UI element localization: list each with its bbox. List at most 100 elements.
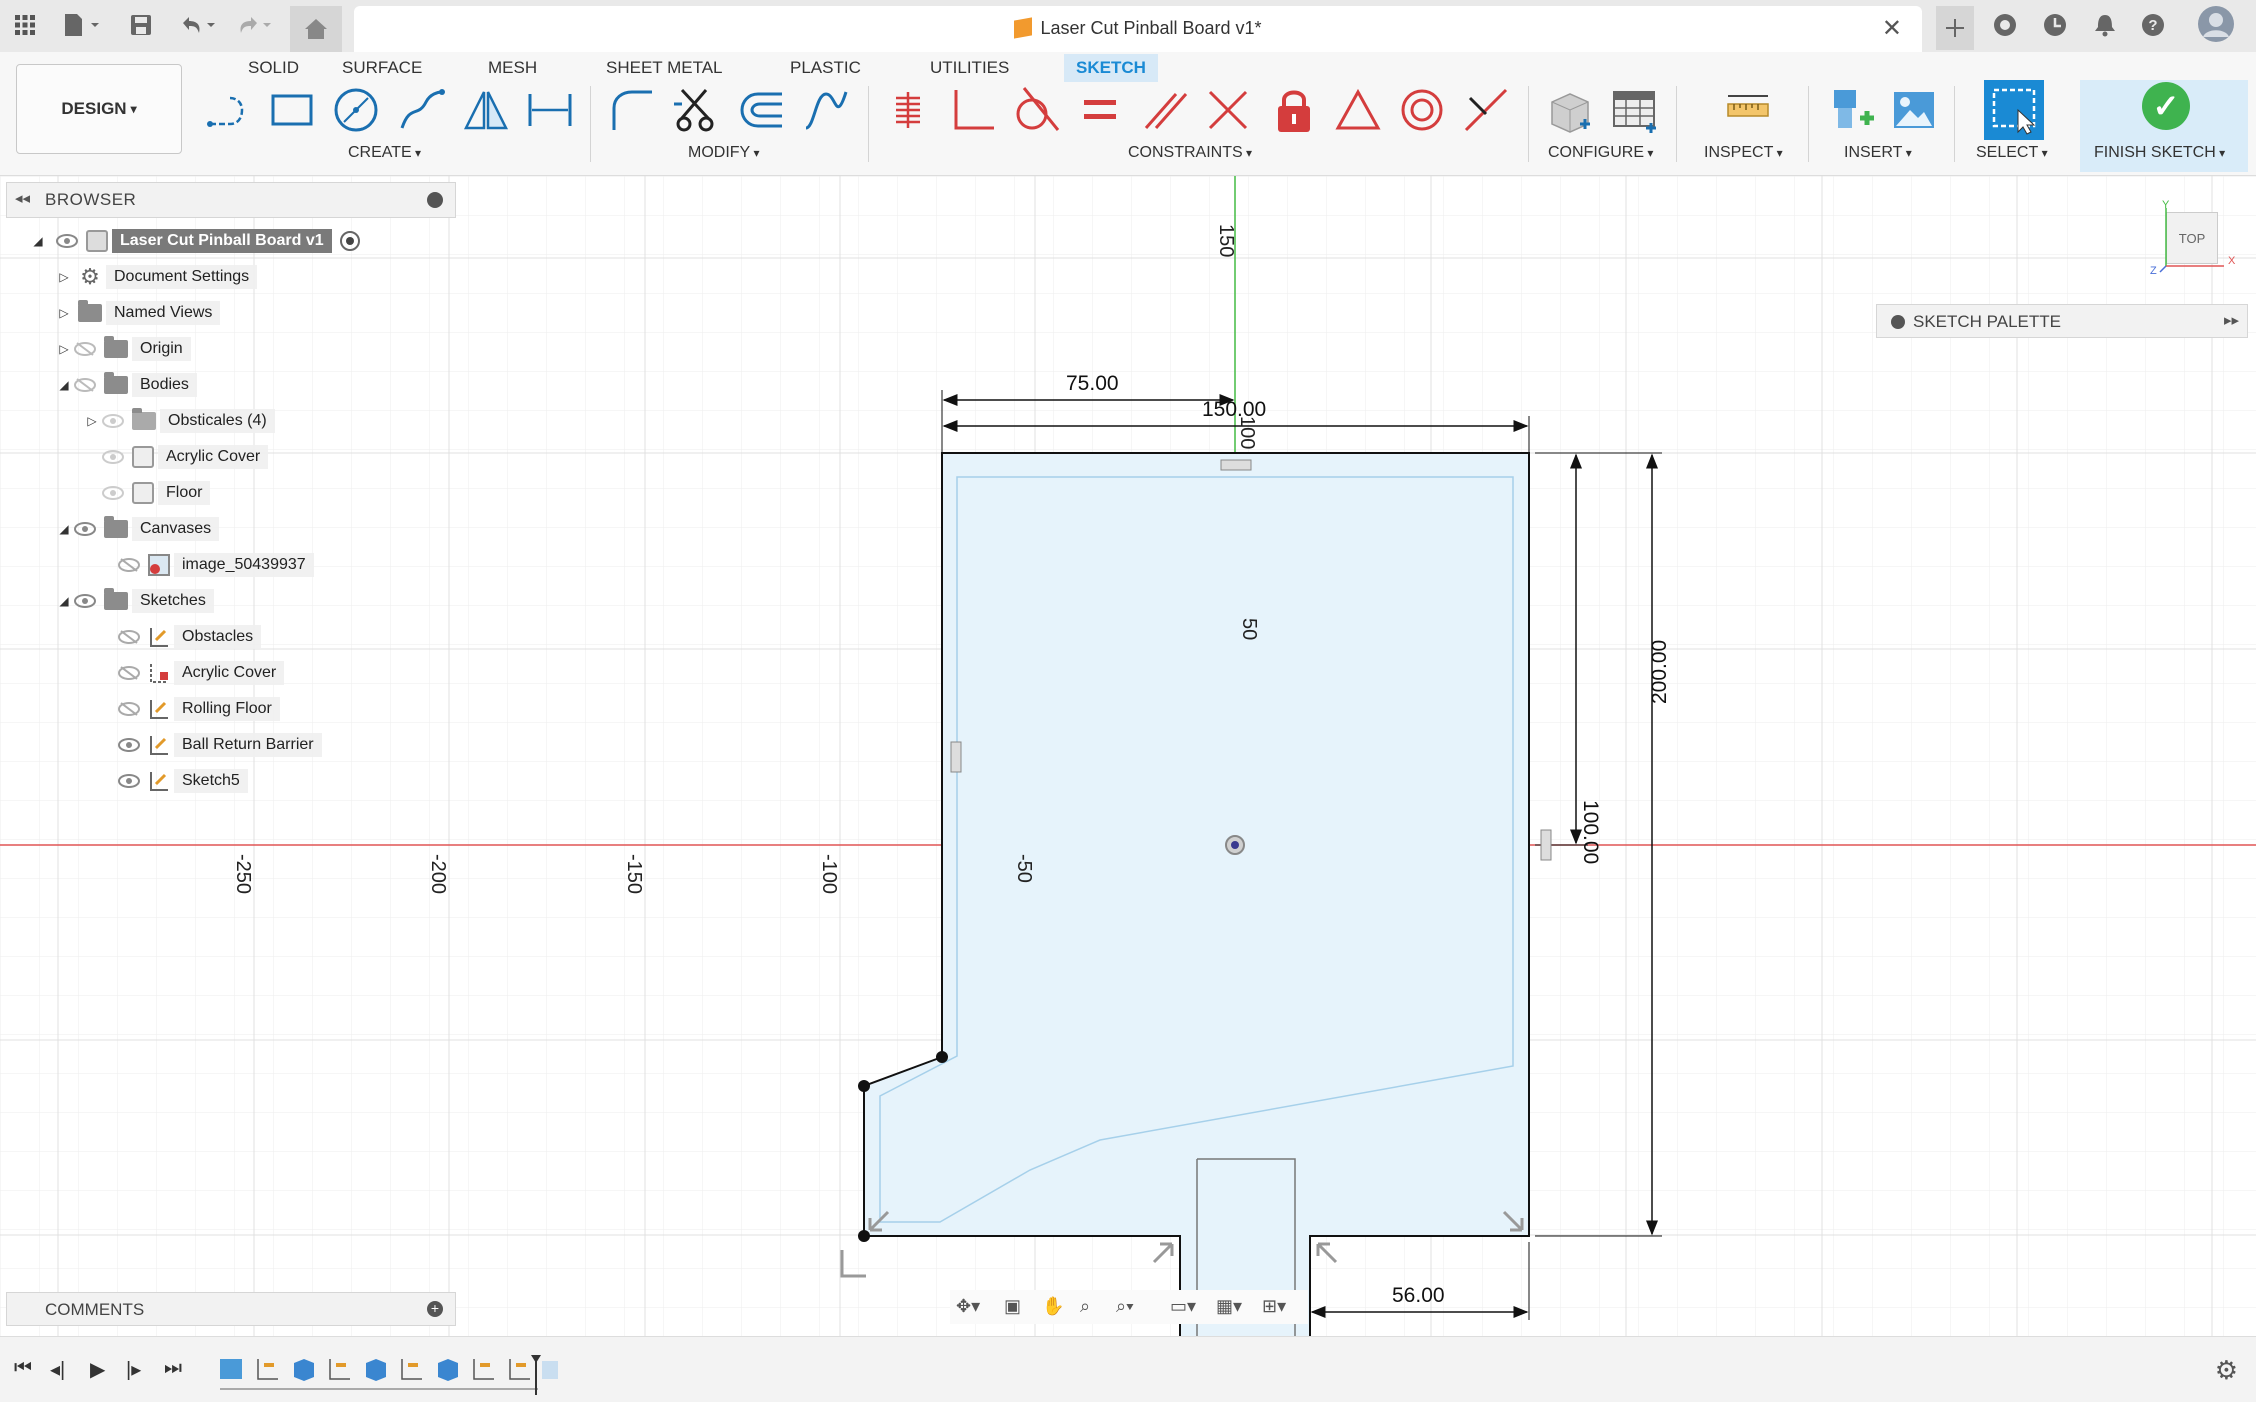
new-tab-icon[interactable] xyxy=(1936,6,1974,50)
eye-icon[interactable] xyxy=(72,592,98,610)
sketch-canvas[interactable]: 150 100 50 -250 -200 -150 -100 -50 75.00… xyxy=(0,176,2256,1336)
offset-tool-icon[interactable] xyxy=(734,84,790,136)
step-forward-icon[interactable]: |▸ xyxy=(126,1357,141,1382)
sketch-point[interactable] xyxy=(858,1080,870,1092)
collapsed-triangle-icon[interactable]: ▷ xyxy=(84,414,100,428)
insert-menu[interactable]: INSERT xyxy=(1844,144,1912,162)
tree-item-sketch-obstacles[interactable]: Obstacles xyxy=(116,622,262,652)
minimize-icon[interactable] xyxy=(427,192,443,208)
insert-mesh-icon[interactable] xyxy=(1824,84,1880,136)
tree-item-sketch-acrylic-cover[interactable]: Acrylic Cover xyxy=(116,658,285,688)
hidden-eye-icon[interactable] xyxy=(116,664,142,682)
document-tab[interactable]: Laser Cut Pinball Board v1* ✕ xyxy=(354,6,1922,52)
dimension-tool-icon[interactable] xyxy=(522,84,578,136)
tree-item-origin[interactable]: ▷ Origin xyxy=(56,334,191,364)
concentric-constraint-icon[interactable] xyxy=(1394,84,1450,136)
workspace-switcher[interactable]: DESIGN ▾ xyxy=(16,64,182,154)
user-avatar[interactable] xyxy=(2196,4,2236,44)
line-tool-icon[interactable] xyxy=(200,84,256,136)
inspect-menu[interactable]: INSPECT xyxy=(1704,144,1783,162)
measure-icon[interactable] xyxy=(1720,84,1776,136)
display-settings-icon[interactable]: ▭▾ xyxy=(1170,1296,1196,1317)
tab-sheet-metal[interactable]: SHEET METAL xyxy=(594,54,735,82)
insert-canvas-icon[interactable] xyxy=(1886,84,1942,136)
collapse-panel-icon[interactable]: ◂◂ xyxy=(15,189,30,207)
expand-panel-icon[interactable]: ▸▸ xyxy=(2224,311,2239,329)
tab-surface[interactable]: SURFACE xyxy=(330,54,434,82)
zoom-window-icon[interactable]: ⌕▾ xyxy=(1116,1296,1134,1317)
symmetry-constraint-icon[interactable] xyxy=(1458,84,1514,136)
trim-tool-icon[interactable] xyxy=(670,84,726,136)
collapsed-triangle-icon[interactable]: ▷ xyxy=(56,270,72,284)
tree-item-sketch-rolling-floor[interactable]: Rolling Floor xyxy=(116,694,280,724)
vertical-constraint-icon[interactable] xyxy=(1540,829,1552,861)
vertical-constraint-icon[interactable] xyxy=(950,741,962,773)
extensions-icon[interactable] xyxy=(1990,10,2020,40)
perpendicular-constraint-icon[interactable] xyxy=(944,84,1000,136)
expanded-triangle-icon[interactable]: ◢ xyxy=(56,378,72,392)
notifications-icon[interactable] xyxy=(2090,10,2120,40)
modify-menu[interactable]: MODIFY xyxy=(688,144,760,162)
eye-icon[interactable] xyxy=(100,484,126,502)
select-menu[interactable]: SELECT xyxy=(1976,144,2048,162)
spline-tool-icon[interactable] xyxy=(394,84,450,136)
eye-icon[interactable] xyxy=(72,520,98,538)
tree-item-floor[interactable]: Floor xyxy=(100,478,211,508)
go-to-end-icon[interactable]: ⏭ xyxy=(164,1357,182,1380)
tab-utilities[interactable]: UTILITIES xyxy=(918,54,1021,82)
mirror-tool-icon[interactable] xyxy=(458,84,514,136)
browser-panel-header[interactable]: ◂◂ BROWSER xyxy=(6,182,456,218)
go-to-start-icon[interactable]: ⏮ xyxy=(14,1357,32,1380)
tree-item-named-views[interactable]: ▷ Named Views xyxy=(56,298,221,328)
redo-icon[interactable] xyxy=(232,10,278,40)
sketch-palette-header[interactable]: SKETCH PALETTE ▸▸ xyxy=(1876,304,2248,338)
constraints-menu[interactable]: CONSTRAINTS xyxy=(1128,144,1252,162)
pan-icon[interactable]: ✋ xyxy=(1042,1296,1064,1317)
collapsed-triangle-icon[interactable]: ▷ xyxy=(56,342,72,356)
tree-root[interactable]: ◢ Laser Cut Pinball Board v1 xyxy=(30,226,360,256)
tree-item-document-settings[interactable]: ▷ ⚙ Document Settings xyxy=(56,262,258,292)
horizontal-constraint-icon[interactable] xyxy=(1220,459,1252,471)
hidden-eye-icon[interactable] xyxy=(116,556,142,574)
select-icon[interactable] xyxy=(1984,80,2044,140)
tree-item-obsticales[interactable]: ▷ Obsticales (4) xyxy=(84,406,275,436)
finish-sketch-button[interactable]: ✓ FINISH SKETCH xyxy=(2080,80,2248,172)
tree-item-acrylic-cover-body[interactable]: Acrylic Cover xyxy=(100,442,269,472)
tree-item-sketch-ball-return-barrier[interactable]: Ball Return Barrier xyxy=(116,730,322,760)
eye-icon[interactable] xyxy=(116,736,142,754)
file-menu-icon[interactable] xyxy=(60,10,106,40)
comments-panel-header[interactable]: COMMENTS + xyxy=(6,1292,456,1326)
home-icon[interactable] xyxy=(290,6,342,52)
undo-icon[interactable] xyxy=(176,10,222,40)
activate-radio-icon[interactable] xyxy=(339,231,360,251)
look-at-icon[interactable]: ▣ xyxy=(1004,1296,1021,1317)
tree-item-canvases[interactable]: ◢ Canvases xyxy=(56,514,220,544)
save-icon[interactable] xyxy=(126,10,156,40)
timeline-features[interactable] xyxy=(218,1355,558,1395)
sketch-viewport[interactable] xyxy=(0,176,2256,1336)
expanded-triangle-icon[interactable]: ◢ xyxy=(56,594,72,608)
hidden-eye-icon[interactable] xyxy=(72,376,98,394)
tab-mesh[interactable]: MESH xyxy=(476,54,549,82)
midpoint-constraint-icon[interactable] xyxy=(1330,84,1386,136)
collapsed-triangle-icon[interactable]: ▷ xyxy=(56,306,72,320)
eye-icon[interactable] xyxy=(116,772,142,790)
sketch-curve-tool-icon[interactable] xyxy=(798,84,854,136)
hidden-eye-icon[interactable] xyxy=(116,700,142,718)
expanded-triangle-icon[interactable]: ◢ xyxy=(56,522,72,536)
tab-solid[interactable]: SOLID xyxy=(236,54,311,82)
timeline-settings-gear-icon[interactable]: ⚙ xyxy=(2215,1355,2238,1386)
dimension-label-56[interactable]: 56.00 xyxy=(1392,1284,1445,1308)
tree-item-sketches[interactable]: ◢ Sketches xyxy=(56,586,214,616)
tangent-constraint-icon[interactable] xyxy=(1008,84,1064,136)
job-status-icon[interactable] xyxy=(2040,10,2070,40)
tree-item-sketch5[interactable]: Sketch5 xyxy=(116,766,248,796)
add-comment-icon[interactable]: + xyxy=(427,1301,443,1317)
configure-table-icon[interactable] xyxy=(1606,84,1662,136)
fillet-tool-icon[interactable] xyxy=(604,84,660,136)
eye-icon[interactable] xyxy=(54,232,80,250)
dimension-label-150[interactable]: 150.00 xyxy=(1202,398,1266,422)
sketch-point[interactable] xyxy=(858,1230,870,1242)
close-icon[interactable]: ✕ xyxy=(1882,14,1902,43)
circle-tool-icon[interactable] xyxy=(328,84,384,136)
